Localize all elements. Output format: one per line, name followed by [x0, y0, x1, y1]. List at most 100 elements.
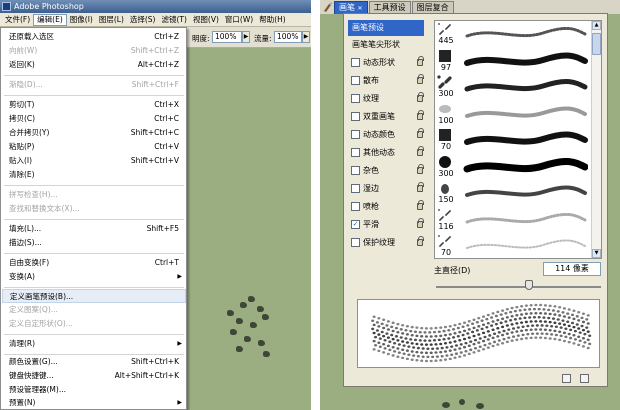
brush-preset-item[interactable]: 300 — [435, 154, 592, 181]
lock-icon[interactable] — [417, 182, 424, 192]
menu-item-stroke[interactable]: 描边(S)... — [2, 236, 186, 250]
brush-preset-item[interactable]: 97 — [435, 48, 592, 75]
settings-row[interactable]: 散布 — [348, 72, 424, 90]
settings-row[interactable]: ✓ 平滑 — [348, 216, 424, 234]
new-brush-icon[interactable] — [562, 374, 571, 383]
menu-item-purge[interactable]: 清理(R) ▶ — [2, 337, 186, 351]
settings-checkbox[interactable] — [351, 58, 360, 67]
settings-row-label: 散布 — [363, 76, 379, 85]
menu-image[interactable]: 图像(I) — [67, 14, 96, 26]
menu-item-fill[interactable]: 填充(L)... Shift+F5 — [2, 222, 186, 236]
lock-icon[interactable] — [417, 200, 424, 210]
menu-item-free-transform[interactable]: 自由变换(F) Ctrl+T — [2, 256, 186, 270]
settings-checkbox[interactable] — [351, 202, 360, 211]
menu-item-define-pattern[interactable]: 定义图案(Q)... — [2, 303, 186, 317]
lock-icon[interactable] — [417, 56, 424, 66]
settings-row[interactable]: 动态颜色 — [348, 126, 424, 144]
settings-checkbox[interactable] — [351, 94, 360, 103]
menu-item-undo-load-selection[interactable]: 还原载入选区 Ctrl+Z — [2, 30, 186, 44]
menu-item-define-custom-shape[interactable]: 定义自定形状(O)... — [2, 317, 186, 331]
lock-icon[interactable] — [417, 146, 424, 156]
menu-edit[interactable]: 编辑(E) — [33, 13, 67, 26]
menu-item-check-spelling[interactable]: 拼写检查(H)... — [2, 188, 186, 202]
brush-preset-item[interactable]: 70 — [435, 127, 592, 154]
brush-preset-item[interactable]: 445 — [435, 21, 592, 48]
lock-icon[interactable] — [417, 218, 424, 228]
brush-preset-item[interactable]: 300 — [435, 74, 592, 101]
settings-checkbox[interactable] — [351, 76, 360, 85]
trash-icon[interactable] — [580, 374, 589, 383]
stroke-dot — [510, 323, 514, 326]
stroke-dot — [450, 353, 454, 357]
settings-row[interactable]: 其他动态 — [348, 144, 424, 162]
menu-item-copy[interactable]: 拷贝(C) Ctrl+C — [2, 112, 186, 126]
brush-preset-item[interactable]: 100 — [435, 101, 592, 128]
settings-brush-tip-shape[interactable]: 画笔笔尖形状 — [348, 36, 424, 54]
brush-preset-item[interactable]: 116 — [435, 207, 592, 234]
menu-item-copy-merged[interactable]: 合并拷贝(Y) Shift+Ctrl+C — [2, 126, 186, 140]
settings-checkbox[interactable] — [351, 112, 360, 121]
scroll-up-icon[interactable]: ▲ — [592, 21, 601, 30]
settings-row[interactable]: 双重画笔 — [348, 108, 424, 126]
brush-preset-item[interactable]: 70 — [435, 233, 592, 258]
settings-brush-presets[interactable]: 画笔预设 — [348, 20, 424, 36]
menu-layer[interactable]: 图层(L) — [96, 14, 127, 26]
menu-select[interactable]: 选择(S) — [127, 14, 159, 26]
menu-item-find-replace-text[interactable]: 查找和替换文本(X)... — [2, 202, 186, 216]
stroke-dot — [405, 349, 409, 352]
brush-tool-icon[interactable] — [322, 1, 334, 13]
menu-item-cut[interactable]: 剪切(T) Ctrl+X — [2, 98, 186, 112]
menu-item-paste-into[interactable]: 贴入(I) Shift+Ctrl+V — [2, 154, 186, 168]
settings-row[interactable]: 杂色 — [348, 162, 424, 180]
lock-icon[interactable] — [417, 128, 424, 138]
menu-item-color-settings[interactable]: 颜色设置(G)... Shift+Ctrl+K — [2, 355, 186, 369]
flow-dropdown-icon[interactable]: ▶ — [302, 31, 310, 43]
lock-icon[interactable] — [417, 92, 424, 102]
menu-item-step-forward[interactable]: 向前(W) Shift+Ctrl+Z — [2, 44, 186, 58]
menu-item-transform[interactable]: 变换(A) ▶ — [2, 270, 186, 284]
menu-item-preferences[interactable]: 预置(N) ▶ — [2, 396, 186, 410]
menu-window[interactable]: 窗口(W) — [222, 14, 256, 26]
scroll-thumb[interactable] — [592, 33, 601, 55]
flow-field[interactable]: 100% — [274, 31, 302, 43]
settings-checkbox[interactable] — [351, 148, 360, 157]
settings-row[interactable]: 喷枪 — [348, 198, 424, 216]
opacity-dropdown-icon[interactable]: ▶ — [242, 31, 250, 43]
menu-item-define-brush-preset[interactable]: 定义画笔预设(B)... — [2, 289, 186, 303]
close-icon[interactable]: ✕ — [358, 5, 363, 12]
scroll-down-icon[interactable]: ▼ — [592, 249, 601, 258]
menu-item-preset-manager[interactable]: 预设管理器(M)... — [2, 383, 186, 397]
diameter-slider-track[interactable] — [436, 286, 601, 288]
stroke-dot — [478, 345, 482, 348]
settings-row[interactable]: 动态形状 — [348, 54, 424, 72]
preset-scrollbar[interactable]: ▲ ▼ — [591, 21, 601, 258]
menu-view[interactable]: 视图(V) — [190, 14, 222, 26]
settings-checkbox[interactable] — [351, 184, 360, 193]
settings-row[interactable]: 保护纹理 — [348, 234, 424, 252]
lock-icon[interactable] — [417, 110, 424, 120]
menu-item-paste[interactable]: 粘贴(P) Ctrl+V — [2, 140, 186, 154]
settings-checkbox[interactable] — [351, 166, 360, 175]
opacity-field[interactable]: 100% — [212, 31, 242, 43]
menu-item-clear[interactable]: 清除(E) — [2, 168, 186, 182]
settings-row[interactable]: 纹理 — [348, 90, 424, 108]
brush-preset-item[interactable]: 150 — [435, 180, 592, 207]
lock-icon[interactable] — [417, 74, 424, 84]
menu-item-step-backward[interactable]: 返回(K) Alt+Ctrl+Z — [2, 58, 186, 72]
settings-checkbox[interactable] — [351, 238, 360, 247]
master-diameter-field[interactable]: 114 像素 — [543, 262, 601, 276]
menu-help[interactable]: 帮助(H) — [256, 14, 289, 26]
menu-item-keyboard-shortcuts[interactable]: 键盘快捷键... Alt+Shift+Ctrl+K — [2, 369, 186, 383]
menu-filter[interactable]: 滤镜(T) — [159, 14, 190, 26]
stroke-dot — [394, 335, 399, 338]
menu-file[interactable]: 文件(F) — [2, 14, 33, 26]
brush-preset-list[interactable]: 445 97 300 100 70 300 150 116 70 ▲ ▼ — [434, 20, 602, 259]
stroke-dot — [443, 333, 448, 337]
diameter-slider-thumb[interactable] — [525, 280, 533, 290]
settings-checkbox[interactable]: ✓ — [351, 220, 360, 229]
settings-row[interactable]: 湿边 — [348, 180, 424, 198]
menu-item-fade[interactable]: 渐隐(D)... Shift+Ctrl+F — [2, 78, 186, 92]
settings-checkbox[interactable] — [351, 130, 360, 139]
lock-icon[interactable] — [417, 164, 424, 174]
lock-icon[interactable] — [417, 236, 424, 246]
